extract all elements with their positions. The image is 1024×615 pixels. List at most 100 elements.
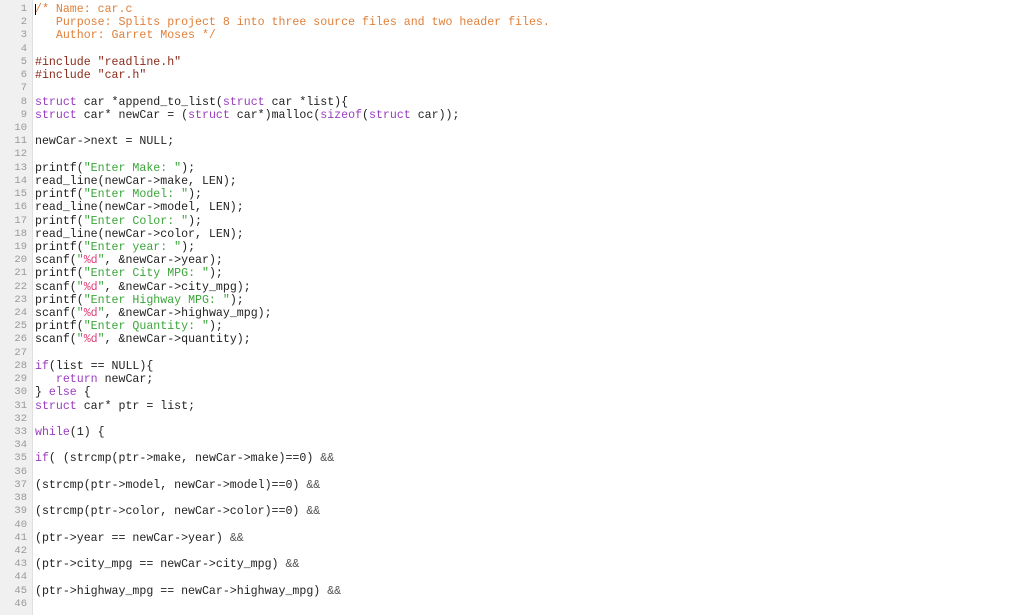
code-line[interactable]: 12 xyxy=(0,148,1024,161)
line-content[interactable]: printf("Enter Model: "); xyxy=(35,188,202,201)
code-line[interactable]: 41 (ptr->year == newCar->year) && xyxy=(0,532,1024,545)
code-line[interactable]: 37 (strcmp(ptr->model, newCar->model)==0)… xyxy=(0,479,1024,492)
line-number: 9 xyxy=(20,108,27,121)
line-content[interactable]: scanf("%d", &newCar->quantity); xyxy=(35,333,251,346)
line-content[interactable]: /* Name: car.c xyxy=(35,3,132,16)
line-number: 2 xyxy=(20,16,27,29)
line-content[interactable]: if(list == NULL){ xyxy=(35,360,153,373)
line-content[interactable]: printf("Enter year: "); xyxy=(35,241,195,254)
code-line[interactable]: 32 xyxy=(0,413,1024,426)
line-content[interactable]: Author: Garret Moses */ xyxy=(35,29,216,42)
code-line[interactable]: 42 xyxy=(0,545,1024,558)
line-content[interactable]: (ptr->year == newCar->year) && xyxy=(35,532,244,545)
code-line[interactable]: 33 while(1) { xyxy=(0,426,1024,439)
line-content[interactable]: return newCar; xyxy=(35,373,153,386)
code-line[interactable]: 10 xyxy=(0,122,1024,135)
line-content[interactable]: printf("Enter City MPG: "); xyxy=(35,267,223,280)
line-content[interactable]: Purpose: Splits project 8 into three sou… xyxy=(35,16,550,29)
line-content[interactable]: scanf("%d", &newCar->city_mpg); xyxy=(35,281,251,294)
code-line[interactable]: 43 (ptr->city_mpg == newCar->city_mpg) && xyxy=(0,558,1024,571)
line-content[interactable]: printf("Enter Color: "); xyxy=(35,215,202,228)
code-line[interactable]: 3 Author: Garret Moses */ xyxy=(0,29,1024,42)
code-line[interactable]: 26 scanf("%d", &newCar->quantity); xyxy=(0,333,1024,346)
code-line[interactable]: 45 (ptr->highway_mpg == newCar->highway_m… xyxy=(0,585,1024,598)
line-content[interactable]: read_line(newCar->color, LEN); xyxy=(35,228,244,241)
code-line[interactable]: 7 xyxy=(0,82,1024,95)
code-line[interactable]: 35 if( (strcmp(ptr->make, newCar->make)==… xyxy=(0,452,1024,465)
code-lines[interactable]: 1/* Name: car.c 2 Purpose: Splits project… xyxy=(0,3,1024,611)
line-content[interactable]: struct car* ptr = list; xyxy=(35,400,195,413)
line-number: 22 xyxy=(14,280,27,293)
code-line[interactable]: 34 xyxy=(0,439,1024,452)
line-content[interactable]: (ptr->city_mpg == newCar->city_mpg) && xyxy=(35,558,299,571)
code-line[interactable]: 15 printf("Enter Model: "); xyxy=(0,188,1024,201)
line-number: 8 xyxy=(20,95,27,108)
code-line[interactable]: 13 printf("Enter Make: "); xyxy=(0,162,1024,175)
line-content[interactable]: (strcmp(ptr->color, newCar->color)==0) &… xyxy=(35,505,320,518)
code-editor[interactable]: 1/* Name: car.c 2 Purpose: Splits project… xyxy=(0,0,1024,615)
line-number: 24 xyxy=(14,307,27,320)
code-line[interactable]: 24 scanf("%d", &newCar->highway_mpg); xyxy=(0,307,1024,320)
code-line[interactable]: 44 xyxy=(0,571,1024,584)
code-line[interactable]: 2 Purpose: Splits project 8 into three s… xyxy=(0,16,1024,29)
code-line[interactable]: 29 return newCar; xyxy=(0,373,1024,386)
code-line[interactable]: 11 newCar->next = NULL; xyxy=(0,135,1024,148)
code-line[interactable]: 9 struct car* newCar = (struct car*)mallo… xyxy=(0,109,1024,122)
line-number: 27 xyxy=(14,346,27,359)
string-token: " xyxy=(97,280,105,294)
line-content[interactable]: printf("Enter Quantity: "); xyxy=(35,320,223,333)
code-line[interactable]: 46 xyxy=(0,598,1024,611)
code-line[interactable]: 20 scanf("%d", &newCar->year); xyxy=(0,254,1024,267)
line-content[interactable]: struct car* newCar = (struct car*)malloc… xyxy=(35,109,459,122)
code-line[interactable]: 17 printf("Enter Color: "); xyxy=(0,215,1024,228)
line-number: 40 xyxy=(14,518,27,531)
line-content[interactable]: newCar->next = NULL; xyxy=(35,135,174,148)
line-content[interactable]: if( (strcmp(ptr->make, newCar->make)==0)… xyxy=(35,452,334,465)
code-token: (1) { xyxy=(69,426,105,439)
code-line[interactable]: 1 /* Name: car.c xyxy=(0,3,1024,16)
code-line[interactable]: 30 } else { xyxy=(0,386,1024,399)
code-line[interactable]: 25 printf("Enter Quantity: "); xyxy=(0,320,1024,333)
code-line[interactable]: 5 #include "readline.h" xyxy=(0,56,1024,69)
line-number: 30 xyxy=(14,386,27,399)
code-line[interactable]: 6 #include "car.h" xyxy=(0,69,1024,82)
code-line[interactable]: 39 (strcmp(ptr->color, newCar->color)==0)… xyxy=(0,505,1024,518)
line-number: 16 xyxy=(14,201,27,214)
code-line[interactable]: 18 read_line(newCar->color, LEN); xyxy=(0,228,1024,241)
line-number: 45 xyxy=(14,584,27,597)
code-line[interactable]: 40 xyxy=(0,519,1024,532)
operator-token: && xyxy=(285,558,300,572)
line-content[interactable]: (strcmp(ptr->model, newCar->model)==0) &… xyxy=(35,479,320,492)
line-content[interactable]: printf("Enter Highway MPG: "); xyxy=(35,294,244,307)
line-content[interactable]: #include "car.h" xyxy=(35,69,146,82)
line-content[interactable]: while(1) { xyxy=(35,426,105,439)
code-line[interactable]: 23 printf("Enter Highway MPG: "); xyxy=(0,294,1024,307)
code-line[interactable]: 27 xyxy=(0,347,1024,360)
code-line[interactable]: 38 xyxy=(0,492,1024,505)
operator-token: && xyxy=(229,531,244,545)
code-line[interactable]: 8 struct car *append_to_list(struct car *… xyxy=(0,96,1024,109)
line-content[interactable]: #include "readline.h" xyxy=(35,56,181,69)
code-token: (strcmp(ptr->color, newCar->color)==0) xyxy=(35,505,307,519)
line-content[interactable]: read_line(newCar->model, LEN); xyxy=(35,201,244,214)
code-line[interactable]: 28 if(list == NULL){ xyxy=(0,360,1024,373)
code-line[interactable]: 21 printf("Enter City MPG: "); xyxy=(0,267,1024,280)
line-content[interactable]: scanf("%d", &newCar->highway_mpg); xyxy=(35,307,272,320)
line-content[interactable]: scanf("%d", &newCar->year); xyxy=(35,254,223,267)
line-number: 4 xyxy=(20,42,27,55)
code-token: car* newCar = ( xyxy=(76,108,189,122)
code-line[interactable]: 31 struct car* ptr = list; xyxy=(0,400,1024,413)
line-content[interactable]: read_line(newCar->make, LEN); xyxy=(35,175,237,188)
code-token: scanf( xyxy=(35,254,77,268)
string-token: "Enter year: " xyxy=(83,240,182,254)
line-content[interactable]: printf("Enter Make: "); xyxy=(35,162,195,175)
code-line[interactable]: 16 read_line(newCar->model, LEN); xyxy=(0,201,1024,214)
code-line[interactable]: 19 printf("Enter year: "); xyxy=(0,241,1024,254)
line-content[interactable]: struct car *append_to_list(struct car *l… xyxy=(35,96,348,109)
line-content[interactable]: (ptr->highway_mpg == newCar->highway_mpg… xyxy=(35,585,341,598)
code-line[interactable]: 14 read_line(newCar->make, LEN); xyxy=(0,175,1024,188)
code-line[interactable]: 4 xyxy=(0,43,1024,56)
code-line[interactable]: 36 xyxy=(0,466,1024,479)
line-content[interactable]: } else { xyxy=(35,386,91,399)
code-line[interactable]: 22 scanf("%d", &newCar->city_mpg); xyxy=(0,281,1024,294)
